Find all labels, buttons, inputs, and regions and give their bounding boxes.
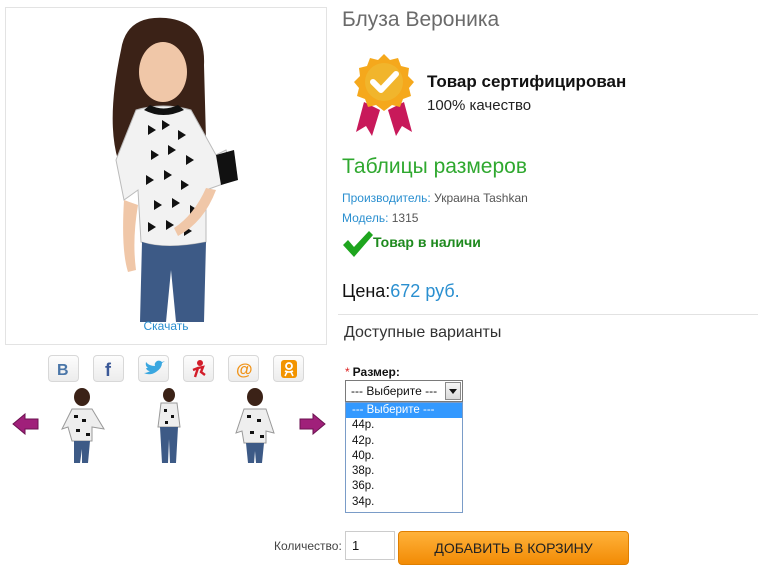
manufacturer-label[interactable]: Производитель: [342,191,431,205]
required-mark: * [345,365,350,379]
stock-status: Товар в наличи [373,234,481,250]
size-select-value: --- Выберите --- [351,384,438,398]
share-bar: B f @ [48,355,304,382]
twitter-icon[interactable] [138,355,169,382]
checkmark-icon [343,231,373,257]
size-label-text: Размер: [352,365,400,379]
quantity-label: Количество: [274,539,342,553]
facebook-icon[interactable]: f [93,355,124,382]
main-product-photo[interactable] [66,10,266,322]
size-option[interactable]: 38р. [346,464,462,479]
add-to-cart-button[interactable]: ДОБАВИТЬ В КОРЗИНУ [398,531,629,565]
mailru-icon[interactable]: @ [228,355,259,382]
thumbnail[interactable] [230,387,280,463]
manufacturer-row: Производитель: Украина Tashkan [342,191,528,205]
model-label: Модель: [342,211,389,225]
divider [338,314,758,315]
size-option[interactable]: 36р. [346,479,462,494]
model-value: 1315 [391,211,419,225]
certificate-badge-icon [354,54,414,136]
main-photo-frame: Скачать [5,7,327,345]
size-select[interactable]: --- Выберите --- [345,380,463,402]
size-dropdown-list: --- Выберите --- 44р. 42р. 40р. 38р. 36р… [345,402,463,513]
size-option[interactable]: --- Выберите --- [346,403,462,419]
download-link[interactable]: Скачать [6,319,326,333]
price-value: 672 руб. [390,281,460,301]
variants-heading: Доступные варианты [344,324,502,341]
product-title: Блуза Вероника [342,8,500,31]
size-tables-link[interactable]: Таблицы размеров [342,155,527,179]
surfingbird-icon[interactable] [183,355,214,382]
price-label: Цена: [342,281,391,301]
thumbnail-carousel [10,385,330,465]
size-option[interactable]: 34р. [346,495,462,510]
arrow-right-icon[interactable] [298,413,326,435]
quantity-input[interactable] [345,531,395,560]
thumbnail[interactable] [58,387,108,463]
odnoklassniki-icon[interactable] [273,355,304,382]
vk-icon[interactable]: B [48,355,79,382]
size-option[interactable]: 44р. [346,418,462,433]
svg-text:B: B [57,362,69,378]
size-option[interactable]: 40р. [346,449,462,464]
model-row: Модель: 1315 [342,211,418,225]
thumbnail[interactable] [144,387,194,463]
certified-title: Товар сертифицирован [427,72,627,91]
manufacturer-value: Украина Tashkan [434,191,528,205]
svg-text:@: @ [236,360,253,379]
arrow-left-icon[interactable] [12,413,40,435]
size-option[interactable]: 42р. [346,434,462,449]
svg-text:f: f [105,360,112,378]
price: Цена:672 руб. [342,281,460,302]
chevron-down-icon[interactable] [445,382,461,400]
size-label: * Размер: [345,365,400,379]
certified-subtitle: 100% качество [427,97,532,114]
